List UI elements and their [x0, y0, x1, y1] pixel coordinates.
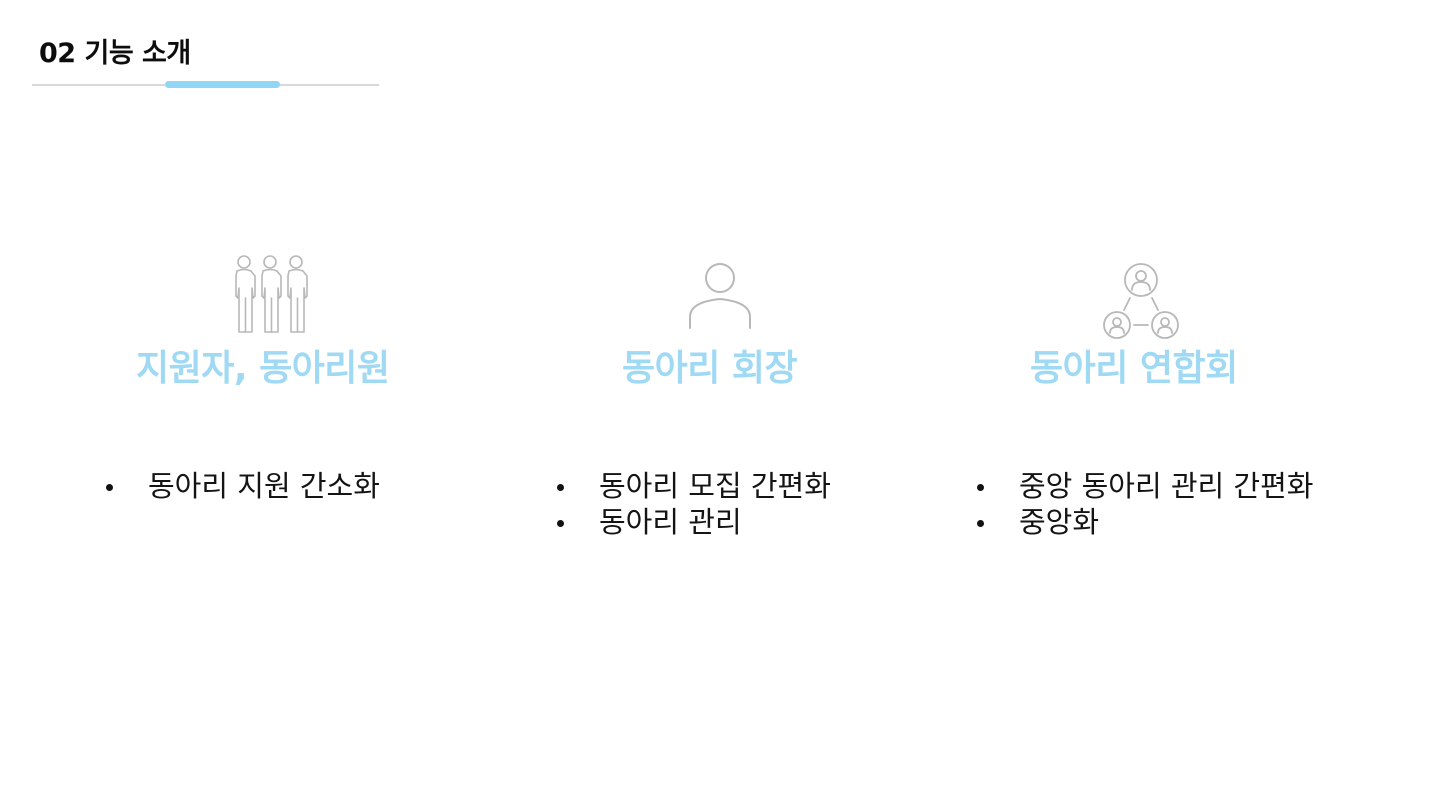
list-item: 중앙화 [975, 504, 1313, 540]
list-item: 동아리 관리 [555, 504, 831, 540]
bullet-list-federation: 중앙 동아리 관리 간편화 중앙화 [975, 468, 1313, 540]
bullet-text: 동아리 관리 [599, 505, 742, 539]
page-title: 02 기능 소개 [39, 38, 191, 69]
bullet-dot [557, 484, 564, 491]
bullet-dot [977, 484, 984, 491]
list-item: 동아리 모집 간편화 [555, 468, 831, 504]
column-title-federation: 동아리 연합회 [1030, 348, 1238, 389]
bullet-text: 중앙 동아리 관리 간편화 [1019, 469, 1314, 503]
bullet-list-applicants: 동아리 지원 간소화 [104, 468, 380, 504]
group-people-icon [235, 255, 308, 333]
person-icon [689, 263, 751, 329]
column-title-applicants: 지원자, 동아리원 [136, 348, 390, 389]
bullet-dot [977, 520, 984, 527]
bullet-text: 중앙화 [1019, 505, 1100, 539]
bullet-dot [557, 520, 564, 527]
network-people-icon [1103, 263, 1179, 339]
list-item: 중앙 동아리 관리 간편화 [975, 468, 1313, 504]
column-title-president: 동아리 회장 [622, 348, 798, 389]
list-item: 동아리 지원 간소화 [104, 468, 380, 504]
bullet-list-president: 동아리 모집 간편화 동아리 관리 [555, 468, 831, 540]
bullet-text: 동아리 지원 간소화 [148, 469, 380, 503]
bullet-text: 동아리 모집 간편화 [599, 469, 831, 503]
bullet-dot [106, 484, 113, 491]
title-accent-bar [165, 81, 280, 88]
